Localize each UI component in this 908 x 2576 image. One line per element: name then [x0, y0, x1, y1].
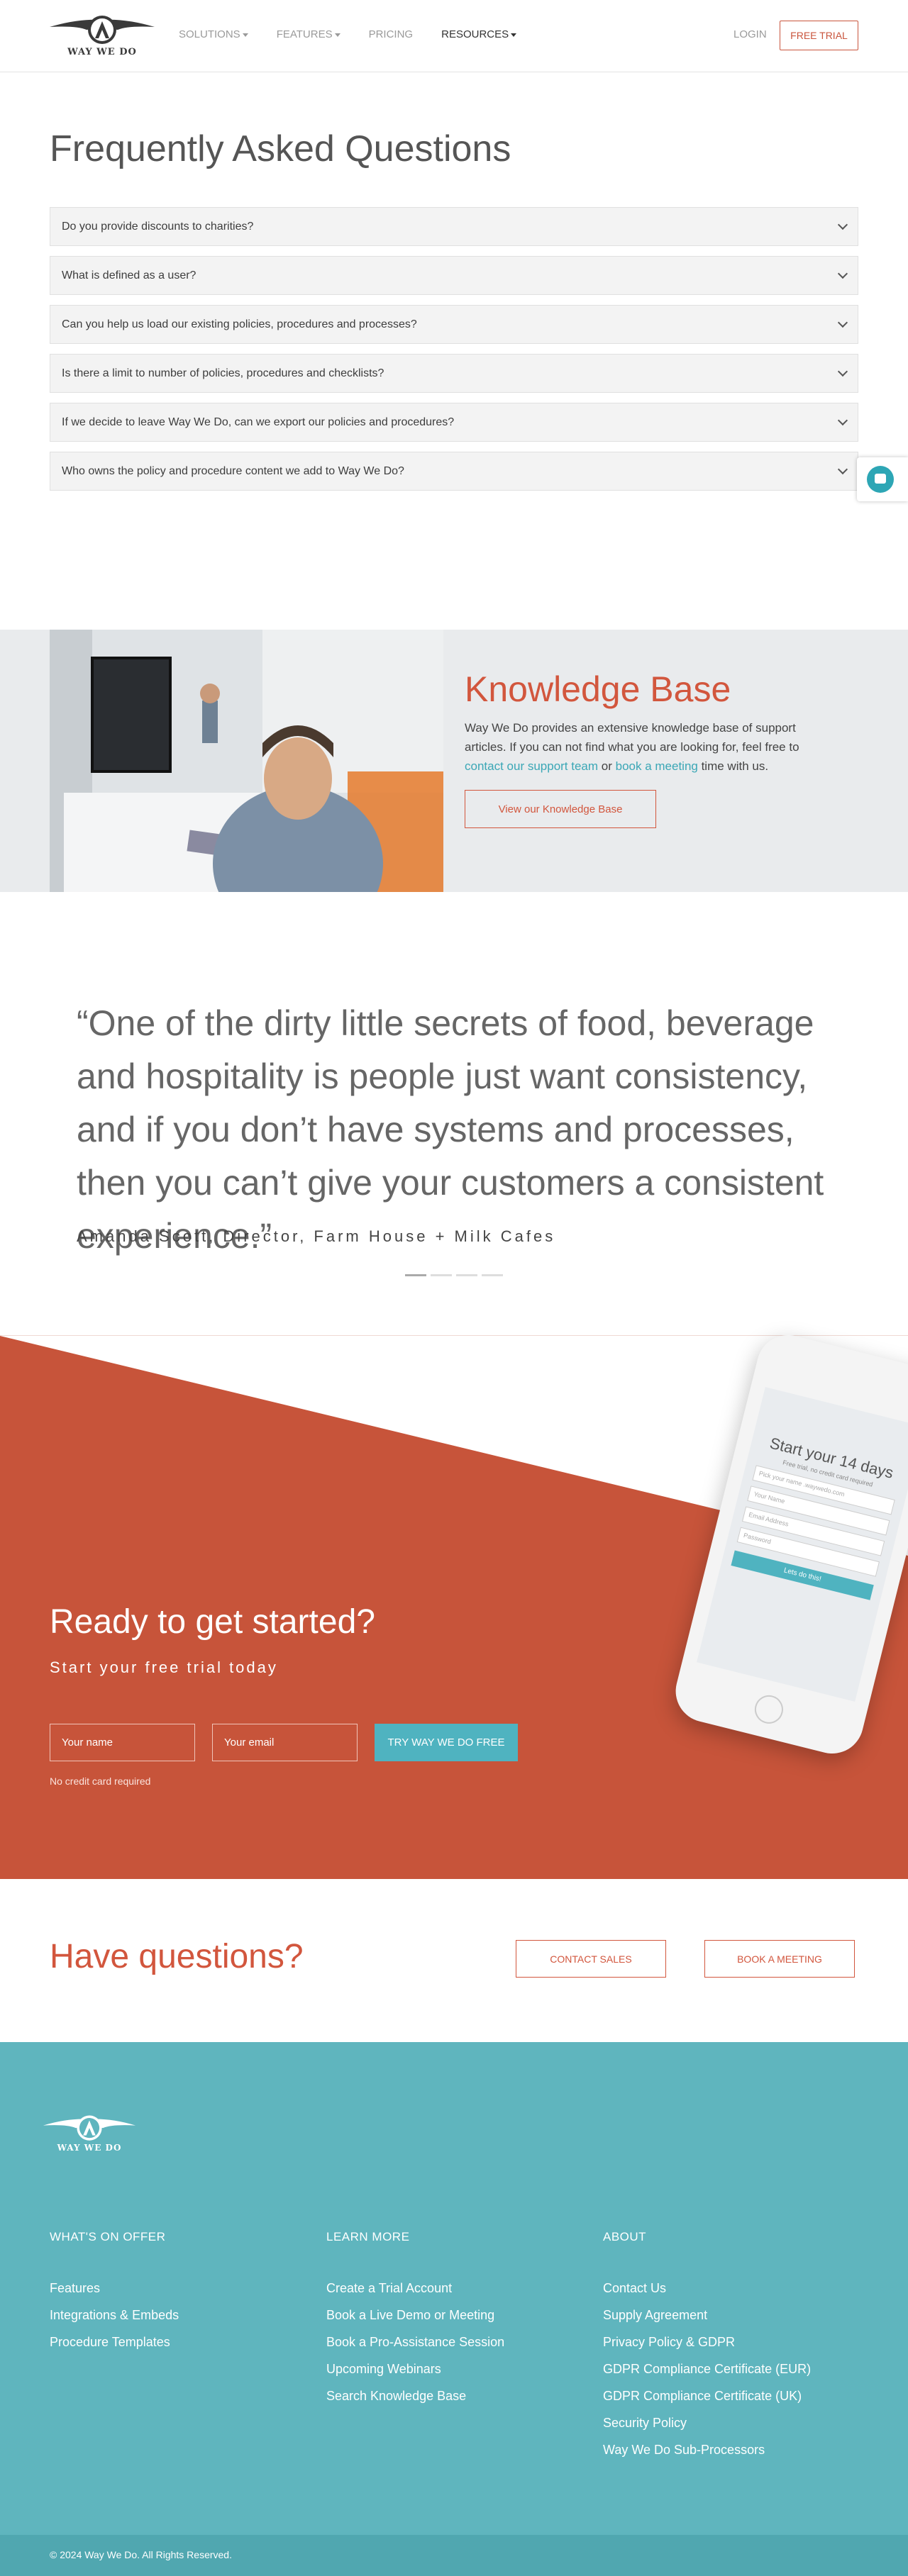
footer-link[interactable]: Features [50, 2281, 179, 2298]
faq-question: Can you help us load our existing polici… [62, 318, 417, 330]
chevron-down-icon [242, 33, 248, 37]
chat-icon [867, 466, 894, 493]
faq-item[interactable]: What is defined as a user? [50, 256, 858, 295]
cta-subtitle: Start your free trial today [50, 1658, 278, 1676]
contact-sales-button[interactable]: CONTACT SALES [516, 1940, 666, 1978]
faq-list: Do you provide discounts to charities? W… [50, 207, 858, 501]
carousel-dot[interactable] [431, 1274, 452, 1276]
phone-home-button [751, 1692, 787, 1727]
footer-link[interactable]: Create a Trial Account [326, 2281, 504, 2298]
chevron-down-icon [837, 268, 848, 279]
footer-link[interactable]: GDPR Compliance Certificate (UK) [603, 2389, 811, 2406]
footer-bottom-bar: © 2024 Way We Do. All Rights Reserved. [0, 2535, 908, 2576]
try-free-button[interactable]: TRY WAY WE DO FREE [375, 1724, 518, 1761]
no-credit-card-note: No credit card required [50, 1775, 151, 1787]
carousel-indicators [405, 1274, 503, 1276]
footer: WAY WE DO WHAT'S ON OFFER Features Integ… [0, 2042, 908, 2535]
nav-resources[interactable]: RESOURCES [441, 28, 517, 40]
top-navigation: WAY WE DO SOLUTIONS FEATURES PRICING RES… [0, 0, 908, 72]
chevron-down-icon [837, 415, 848, 426]
footer-column-about: ABOUT Contact Us Supply Agreement Privac… [603, 2230, 811, 2470]
chevron-down-icon [837, 317, 848, 328]
faq-question: Who owns the policy and procedure conten… [62, 464, 404, 477]
footer-link[interactable]: Integrations & Embeds [50, 2308, 179, 2325]
chevron-down-icon [837, 464, 848, 475]
chevron-down-icon [334, 33, 340, 37]
faq-item[interactable]: Can you help us load our existing polici… [50, 305, 858, 344]
footer-link[interactable]: Contact Us [603, 2281, 811, 2298]
footer-link[interactable]: Procedure Templates [50, 2335, 179, 2352]
footer-column-offer: WHAT'S ON OFFER Features Integrations & … [50, 2230, 179, 2362]
faq-question: What is defined as a user? [62, 269, 196, 281]
chevron-down-icon [511, 33, 517, 37]
chat-widget[interactable] [857, 457, 908, 501]
testimonial-quote: “One of the dirty little secrets of food… [77, 1003, 824, 1256]
nav-features[interactable]: FEATURES [277, 28, 340, 40]
footer-logo-text: WAY WE DO [57, 2143, 122, 2153]
chevron-down-icon [837, 366, 848, 377]
footer-column-learn: LEARN MORE Create a Trial Account Book a… [326, 2230, 504, 2416]
footer-link[interactable]: Search Knowledge Base [326, 2389, 504, 2406]
footer-link[interactable]: Upcoming Webinars [326, 2362, 504, 2379]
footer-link[interactable]: GDPR Compliance Certificate (EUR) [603, 2362, 811, 2379]
footer-logo[interactable]: WAY WE DO [40, 2113, 139, 2156]
faq-question: Is there a limit to number of policies, … [62, 367, 384, 379]
footer-heading: WHAT'S ON OFFER [50, 2230, 166, 2243]
faq-question: If we decide to leave Way We Do, can we … [62, 416, 455, 428]
knowledge-base-title: Knowledge Base [465, 669, 731, 709]
footer-link[interactable]: Way We Do Sub-Processors [603, 2443, 811, 2460]
name-input[interactable]: Your name [50, 1724, 195, 1761]
knowledge-base-text: Way We Do provides an extensive knowledg… [465, 721, 799, 773]
book-meeting-button[interactable]: BOOK A MEETING [704, 1940, 855, 1978]
faq-title: Frequently Asked Questions [50, 128, 511, 169]
testimonial-author: Amanda Scott, Director, Farm House + Mil… [77, 1227, 556, 1245]
brand-logo-text: WAY WE DO [67, 47, 137, 57]
footer-link[interactable]: Security Policy [603, 2416, 811, 2433]
knowledge-base-section: Knowledge Base Way We Do provides an ext… [0, 630, 908, 892]
carousel-dot[interactable] [482, 1274, 503, 1276]
faq-question: Do you provide discounts to charities? [62, 220, 254, 233]
view-knowledge-base-button[interactable]: View our Knowledge Base [465, 790, 656, 828]
book-meeting-link[interactable]: book a meeting [616, 759, 698, 773]
carousel-dot[interactable] [456, 1274, 477, 1276]
support-agent-photo [50, 630, 443, 892]
faq-item[interactable]: If we decide to leave Way We Do, can we … [50, 403, 858, 442]
carousel-dot[interactable] [405, 1274, 426, 1276]
login-link[interactable]: LOGIN [733, 28, 767, 40]
have-questions-title: Have questions? [50, 1938, 304, 1975]
footer-link[interactable]: Book a Pro-Assistance Session [326, 2335, 504, 2352]
free-trial-button[interactable]: FREE TRIAL [780, 21, 858, 50]
email-input[interactable]: Your email [212, 1724, 358, 1761]
nav-pricing[interactable]: PRICING [369, 28, 414, 40]
footer-heading: LEARN MORE [326, 2230, 410, 2243]
contact-support-link[interactable]: contact our support team [465, 759, 598, 773]
faq-item[interactable]: Is there a limit to number of policies, … [50, 354, 858, 393]
chevron-down-icon [837, 219, 848, 230]
footer-heading: ABOUT [603, 2230, 647, 2243]
footer-link[interactable]: Book a Live Demo or Meeting [326, 2308, 504, 2325]
footer-link[interactable]: Supply Agreement [603, 2308, 811, 2325]
brand-logo[interactable]: WAY WE DO [50, 13, 155, 58]
cta-title: Ready to get started? [50, 1603, 375, 1641]
faq-item[interactable]: Do you provide discounts to charities? [50, 207, 858, 246]
copyright: © 2024 Way We Do. All Rights Reserved. [50, 2549, 232, 2560]
footer-link[interactable]: Privacy Policy & GDPR [603, 2335, 811, 2352]
faq-item[interactable]: Who owns the policy and procedure conten… [50, 452, 858, 491]
nav-solutions[interactable]: SOLUTIONS [179, 28, 248, 40]
